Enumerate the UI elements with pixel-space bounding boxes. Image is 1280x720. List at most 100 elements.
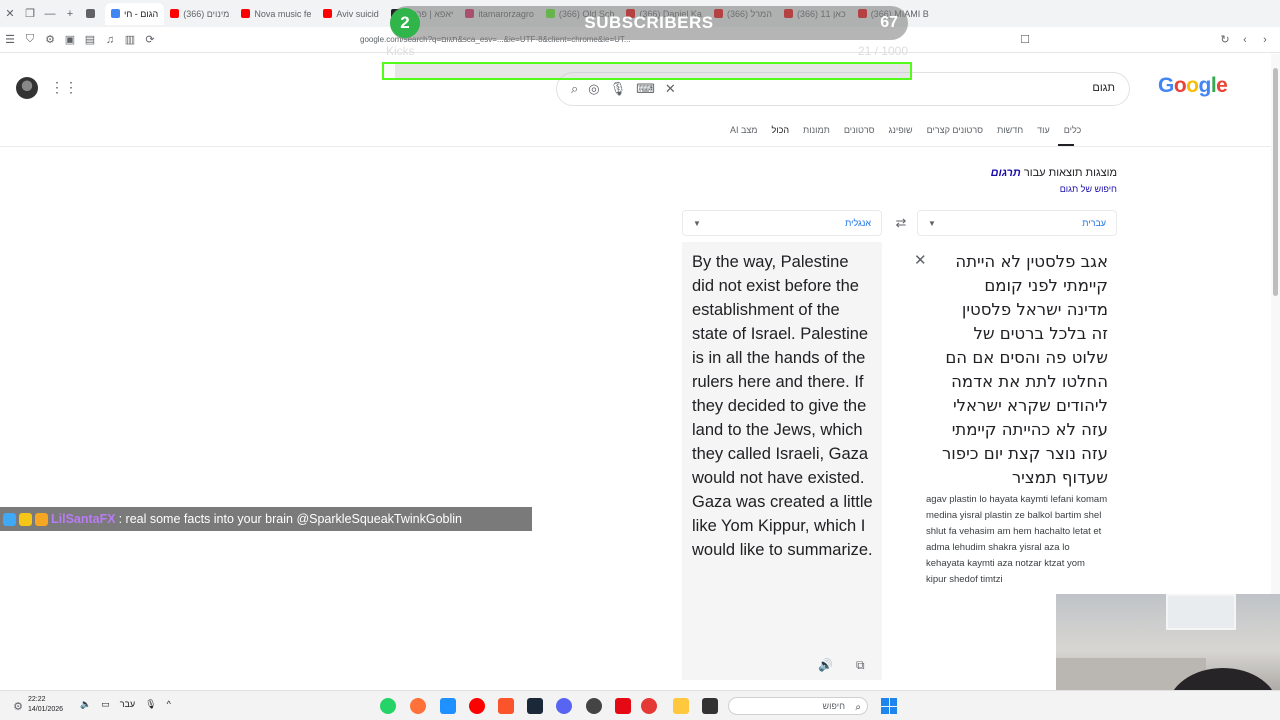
- start-icon[interactable]: [881, 698, 897, 714]
- firefox-icon[interactable]: [410, 698, 426, 714]
- browser-tab[interactable]: Nova music fe: [235, 3, 317, 25]
- kicks-progress-bar: [382, 62, 912, 80]
- logo-letter: o: [1186, 74, 1199, 97]
- search-icon: ⌕: [855, 702, 861, 713]
- search-box-icons: ⌕ ◎ 🎙 ⌨ ✕: [571, 81, 676, 97]
- chat-username: LilSantaFX: [51, 512, 116, 526]
- subscriber-goal-bar: 2 SUBSCRIBERS 67: [390, 6, 908, 40]
- source-text-line: קיימתי לפני קומם: [984, 276, 1108, 295]
- showing-results-for: מוצגות תוצאות עבור תרגום: [900, 167, 1117, 179]
- google-logo[interactable]: Google: [1158, 74, 1228, 98]
- search-nav-tabs: מצב AI הכול תמונות סרטונים שופינג סרטונים קצר…: [730, 125, 1120, 145]
- target-language-select[interactable]: אנגלית ▼: [682, 210, 882, 236]
- search-tab[interactable]: שופינג: [889, 125, 913, 145]
- clock[interactable]: 22:22 14/01/2026: [28, 695, 63, 715]
- chat-text: : real some facts into your brain @Spark…: [118, 512, 463, 526]
- search-tab[interactable]: הכול: [772, 125, 790, 145]
- chevron-up-icon[interactable]: ^: [167, 699, 171, 710]
- search-instead-link[interactable]: חיפוש של תגום: [900, 184, 1117, 194]
- app-icon[interactable]: [641, 698, 657, 714]
- search-input[interactable]: תגום: [1092, 82, 1115, 94]
- clear-icon[interactable]: ✕: [665, 81, 676, 97]
- search-tab[interactable]: מצב AI: [730, 125, 758, 145]
- app-icon[interactable]: [702, 698, 718, 714]
- speaker-icon[interactable]: 🔊: [818, 658, 833, 672]
- screenshot-icon[interactable]: ▣: [60, 30, 80, 50]
- translation-output: By the way, Palestine did not exist befo…: [692, 253, 873, 559]
- new-tab-icon[interactable]: +: [60, 4, 80, 24]
- keyboard-icon[interactable]: ⌨: [636, 81, 655, 97]
- youtube-icon[interactable]: [469, 698, 485, 714]
- search-tab[interactable]: סרטונים קצרים: [927, 125, 983, 145]
- search-tab[interactable]: סרטונים: [844, 125, 875, 145]
- steam-icon[interactable]: [527, 698, 543, 714]
- clear-source-icon[interactable]: ✕: [914, 251, 927, 269]
- search-icon[interactable]: ⌕: [571, 81, 578, 97]
- microphone-icon[interactable]: 🎙: [145, 699, 156, 710]
- browser-tab[interactable]: (366) מינוים: [164, 3, 235, 25]
- wallet-icon[interactable]: ▥: [120, 30, 140, 50]
- tab-favicon-icon: [323, 9, 333, 18]
- close-window-icon[interactable]: ✕: [0, 4, 20, 24]
- whatsapp-icon[interactable]: [380, 698, 396, 714]
- taskbar: ⚙ 22:22 14/01/2026 🔈 ▭ עבר 🎙 ^ חיפוש ⌕: [0, 690, 1280, 720]
- browser-tab[interactable]: הגום - חי: [105, 2, 165, 25]
- microphone-icon[interactable]: 🎙: [610, 81, 627, 97]
- taskbar-search[interactable]: חיפוש ⌕: [728, 697, 868, 715]
- folder-icon[interactable]: [673, 698, 689, 714]
- reload-icon[interactable]: ↻: [1215, 30, 1235, 50]
- search-tab[interactable]: עוד: [1037, 125, 1050, 145]
- sidebar-icon[interactable]: ▤: [80, 30, 100, 50]
- badge-icon: [3, 512, 16, 526]
- transliteration: agav plastin lo hayata kaymti lefani kom…: [926, 494, 1108, 585]
- volume-icon[interactable]: 🔈: [80, 699, 91, 710]
- extension-icon[interactable]: ⚙: [40, 30, 60, 50]
- minimize-window-icon[interactable]: —: [40, 4, 60, 24]
- source-language-label: עברית: [1082, 218, 1106, 228]
- tab-favicon-icon: [170, 9, 180, 18]
- corrected-term-link[interactable]: תרגום: [991, 167, 1021, 179]
- logo-letter: G: [1158, 74, 1174, 97]
- browser-tab[interactable]: Aviv suicid: [317, 3, 384, 25]
- avatar[interactable]: [16, 77, 38, 99]
- netflix-icon[interactable]: [615, 698, 631, 714]
- swap-languages-icon[interactable]: ⇄: [893, 215, 909, 231]
- network-icon[interactable]: ▭: [101, 699, 110, 710]
- bookmark-icon[interactable]: ☐: [1015, 30, 1035, 50]
- input-language[interactable]: עבר: [120, 699, 135, 710]
- tab-favicon-icon: [241, 9, 251, 18]
- brave-icon[interactable]: [498, 698, 514, 714]
- source-text-line: החלטו לתת את אדמה: [951, 372, 1108, 391]
- system-tray: 🔈 ▭ עבר 🎙 ^: [80, 699, 171, 710]
- webcam-window: [1166, 594, 1236, 630]
- kicks-count: 21 / 1000: [857, 44, 908, 58]
- source-text-line: עזה נוצר קצת יום כיפור: [941, 444, 1108, 463]
- music-icon[interactable]: ♫: [100, 30, 120, 50]
- source-language-select[interactable]: עברית ▼: [917, 210, 1117, 236]
- back-icon[interactable]: ‹: [1235, 30, 1255, 50]
- chat-message: LilSantaFX : real some facts into your b…: [0, 507, 532, 531]
- forward-icon[interactable]: ›: [1255, 30, 1275, 50]
- settings-icon[interactable]: ⚙: [8, 696, 28, 716]
- menu-icon[interactable]: ☰: [0, 30, 20, 50]
- subscriber-goal: 67: [880, 14, 898, 31]
- copy-icon[interactable]: ⧉: [856, 658, 865, 673]
- chatgpt-icon[interactable]: [586, 698, 602, 714]
- lens-icon[interactable]: ◎: [588, 81, 599, 97]
- apps-grid-icon[interactable]: ⋮⋮: [50, 80, 78, 94]
- app-icon[interactable]: [440, 698, 456, 714]
- search-tab[interactable]: תמונות: [803, 125, 830, 145]
- source-text-line: זה בלכל ברטים של: [973, 324, 1108, 343]
- source-text-line: שלוט פה והסים אם הם: [945, 348, 1108, 367]
- search-tab[interactable]: חדשות: [997, 125, 1023, 145]
- source-text-line: שעדוף תמציר: [1011, 468, 1108, 487]
- sync-icon[interactable]: ⟳: [140, 30, 160, 50]
- discord-icon[interactable]: [556, 698, 572, 714]
- restore-window-icon[interactable]: ❐: [20, 4, 40, 24]
- source-text-input[interactable]: אגב פלסטין לא הייתה קיימתי לפני קומם מדינה…: [930, 250, 1108, 490]
- scroll-thumb[interactable]: [1273, 68, 1278, 296]
- search-tab[interactable]: כלים: [1064, 125, 1082, 145]
- shield-icon[interactable]: ⛉: [20, 30, 40, 50]
- browser-tab[interactable]: [80, 3, 105, 25]
- logo-letter: g: [1198, 74, 1212, 97]
